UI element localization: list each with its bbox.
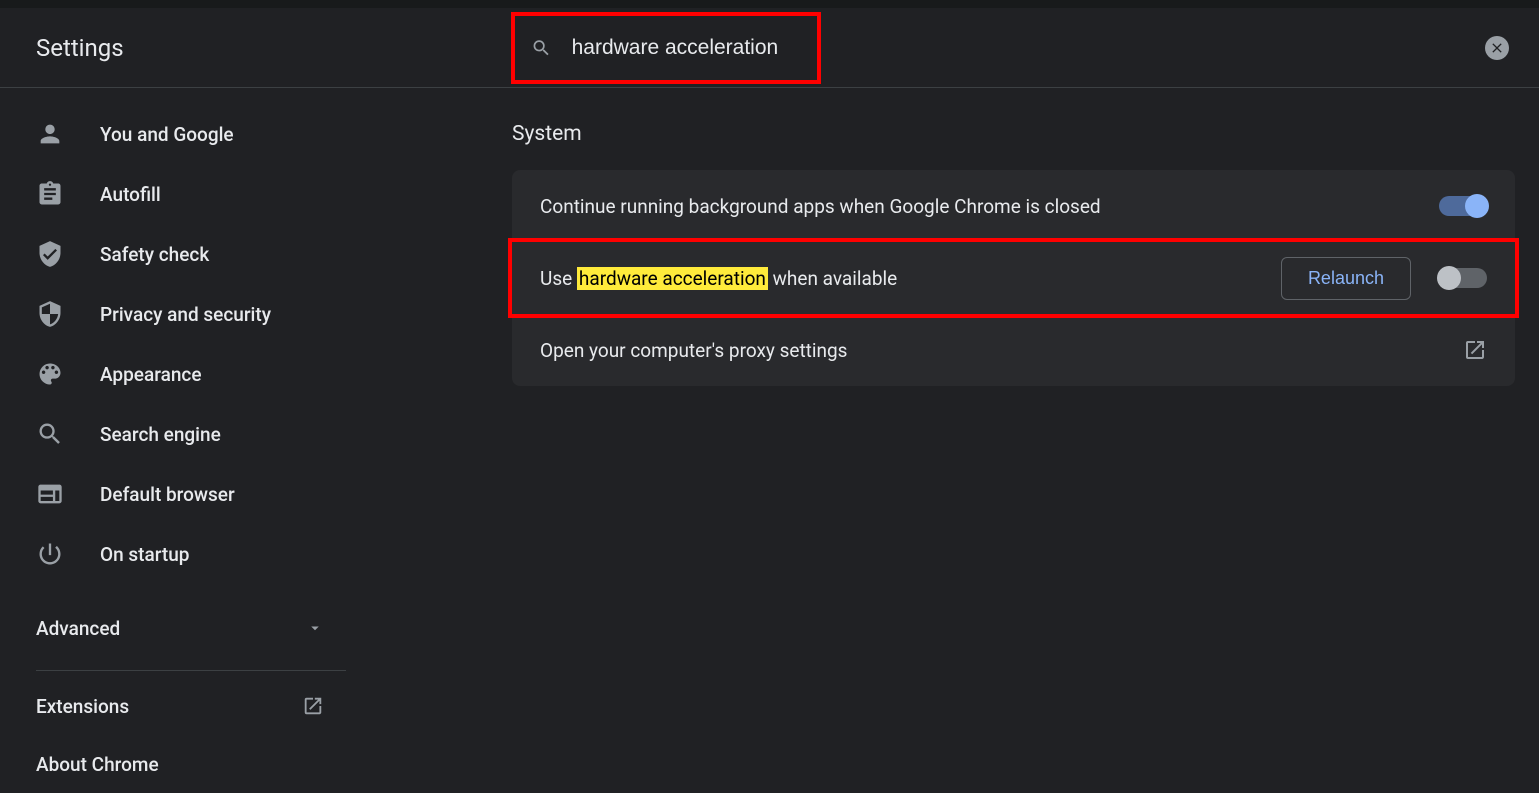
clear-search-button[interactable] <box>1485 36 1509 60</box>
setting-row-background-apps: Continue running background apps when Go… <box>512 170 1515 242</box>
sidebar-item-label: Search engine <box>100 423 221 446</box>
search-highlight: hardware acceleration <box>577 267 768 290</box>
setting-row-hardware-acceleration: Use hardware acceleration when available… <box>508 238 1519 318</box>
sidebar-divider <box>36 670 346 671</box>
sidebar-item-autofill[interactable]: Autofill <box>0 164 380 224</box>
sidebar-item-label: Privacy and security <box>100 303 271 326</box>
relaunch-button[interactable]: Relaunch <box>1281 257 1411 300</box>
window-strip <box>0 0 1539 8</box>
sidebar-item-label: On startup <box>100 543 190 566</box>
setting-row-proxy[interactable]: Open your computer's proxy settings <box>512 314 1515 386</box>
sidebar-advanced-label: Advanced <box>36 617 120 640</box>
sidebar-item-safety-check[interactable]: Safety check <box>0 224 380 284</box>
sidebar-item-privacy[interactable]: Privacy and security <box>0 284 380 344</box>
header-bar: Settings <box>0 8 1539 88</box>
sidebar-item-search-engine[interactable]: Search engine <box>0 404 380 464</box>
sidebar-item-label: Default browser <box>100 483 235 506</box>
main-content: System Continue running background apps … <box>380 88 1539 792</box>
setting-label: Continue running background apps when Go… <box>540 195 1101 218</box>
chevron-down-icon <box>306 619 324 637</box>
search-engine-icon <box>36 420 64 448</box>
close-icon <box>1489 40 1505 56</box>
security-icon <box>36 300 64 328</box>
sidebar-item-extensions[interactable]: Extensions <box>0 677 360 735</box>
sidebar: You and Google Autofill Safety check Pri… <box>0 88 380 792</box>
sidebar-about-label: About Chrome <box>36 753 159 776</box>
setting-label: Use hardware acceleration when available <box>540 267 897 290</box>
hardware-acceleration-toggle[interactable] <box>1439 268 1487 288</box>
section-title: System <box>512 122 1515 146</box>
setting-label-pre: Use <box>540 267 577 290</box>
setting-label: Open your computer's proxy settings <box>540 339 848 362</box>
page-title: Settings <box>36 34 511 62</box>
sidebar-item-label: You and Google <box>100 123 234 146</box>
open-in-new-icon <box>1463 338 1487 362</box>
open-in-new-icon <box>302 695 324 717</box>
sidebar-item-appearance[interactable]: Appearance <box>0 344 380 404</box>
setting-label-post: when available <box>768 267 897 290</box>
person-icon <box>36 120 64 148</box>
sidebar-item-label: Appearance <box>100 363 202 386</box>
search-box[interactable] <box>511 12 821 84</box>
safety-check-icon <box>36 240 64 268</box>
sidebar-advanced-toggle[interactable]: Advanced <box>0 598 360 658</box>
sidebar-item-label: Safety check <box>100 243 209 266</box>
background-apps-toggle[interactable] <box>1439 196 1487 216</box>
system-settings-card: Continue running background apps when Go… <box>512 170 1515 386</box>
default-browser-icon <box>36 480 64 508</box>
sidebar-item-label: Autofill <box>100 183 161 206</box>
sidebar-extensions-label: Extensions <box>36 695 129 718</box>
search-icon <box>531 36 552 60</box>
autofill-icon <box>36 180 64 208</box>
sidebar-item-default-browser[interactable]: Default browser <box>0 464 380 524</box>
appearance-icon <box>36 360 64 388</box>
sidebar-item-you-and-google[interactable]: You and Google <box>0 104 380 164</box>
sidebar-item-on-startup[interactable]: On startup <box>0 524 380 584</box>
search-input[interactable] <box>572 36 817 60</box>
startup-icon <box>36 540 64 568</box>
sidebar-item-about[interactable]: About Chrome <box>0 735 380 793</box>
